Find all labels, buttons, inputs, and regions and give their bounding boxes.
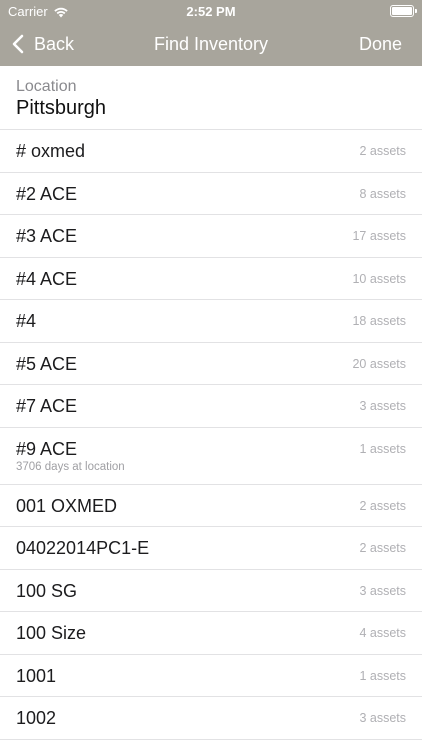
- list-item[interactable]: 001 OXMED 2 assets: [0, 485, 422, 527]
- status-time: 2:52 PM: [186, 4, 236, 19]
- asset-count: 17 assets: [352, 229, 406, 243]
- list-item[interactable]: 100 SG 3 assets: [0, 570, 422, 612]
- asset-count: 3 assets: [359, 399, 406, 413]
- navigation-bar: Back Find Inventory Done: [0, 22, 422, 66]
- item-subtitle: 3706 days at location: [16, 460, 125, 473]
- list-item[interactable]: 1002 3 assets: [0, 697, 422, 740]
- list-item[interactable]: #4 ACE 10 assets: [0, 258, 422, 300]
- item-name: 1001: [16, 665, 57, 686]
- chevron-left-icon: [12, 34, 24, 54]
- item-name: #4: [16, 311, 37, 331]
- status-bar: Carrier 2:52 PM: [0, 0, 422, 22]
- asset-count: 4 assets: [359, 626, 406, 640]
- asset-count: 18 assets: [352, 314, 406, 328]
- inventory-list: # oxmed 2 assets #2 ACE 8 assets #3 ACE 17 as…: [0, 130, 422, 740]
- asset-count: 1 assets: [359, 441, 406, 456]
- item-name: 001 OXMED: [16, 495, 118, 516]
- item-name: 100 Size: [16, 623, 87, 643]
- list-item[interactable]: # oxmed 2 assets: [0, 130, 422, 173]
- list-item[interactable]: 100 Size 4 assets: [0, 612, 422, 655]
- list-item[interactable]: #3 ACE 17 assets: [0, 215, 422, 258]
- asset-count: 3 assets: [359, 583, 406, 598]
- list-item[interactable]: #5 ACE 20 assets: [0, 343, 422, 385]
- list-item[interactable]: 1001 1 assets: [0, 655, 422, 697]
- item-name: #7 ACE: [16, 396, 78, 416]
- item-name: 100 SG: [16, 580, 78, 601]
- item-name: #4 ACE: [16, 268, 78, 289]
- list-item[interactable]: #4 18 assets: [0, 300, 422, 343]
- back-button[interactable]: Back: [12, 22, 74, 66]
- list-item[interactable]: #7 ACE 3 assets: [0, 385, 422, 428]
- asset-count: 20 assets: [352, 356, 406, 371]
- location-value: Pittsburgh: [16, 97, 107, 119]
- asset-count: 3 assets: [359, 711, 406, 725]
- asset-count: 2 assets: [359, 144, 406, 158]
- asset-count: 10 assets: [352, 271, 406, 286]
- item-name: #9 ACE: [16, 438, 78, 459]
- item-name: # oxmed: [16, 141, 86, 161]
- list-item[interactable]: #2 ACE 8 assets: [0, 173, 422, 215]
- asset-count: 2 assets: [359, 498, 406, 513]
- asset-count: 8 assets: [359, 186, 406, 201]
- location-label: Location: [16, 78, 77, 95]
- list-item[interactable]: #9 ACE 1 assets 3706 days at location: [0, 428, 422, 485]
- item-name: #5 ACE: [16, 353, 78, 374]
- location-header[interactable]: Location Pittsburgh: [0, 66, 422, 130]
- item-name: 1002: [16, 708, 57, 728]
- list-item[interactable]: 04022014PC1-E 2 assets: [0, 527, 422, 570]
- battery-icon: [390, 5, 417, 17]
- asset-count: 1 assets: [359, 668, 406, 683]
- back-label: Back: [34, 33, 75, 54]
- done-button[interactable]: Done: [359, 22, 402, 66]
- item-name: 04022014PC1-E: [16, 538, 150, 558]
- item-name: #2 ACE: [16, 183, 78, 204]
- asset-count: 2 assets: [359, 541, 406, 555]
- item-name: #3 ACE: [16, 226, 78, 246]
